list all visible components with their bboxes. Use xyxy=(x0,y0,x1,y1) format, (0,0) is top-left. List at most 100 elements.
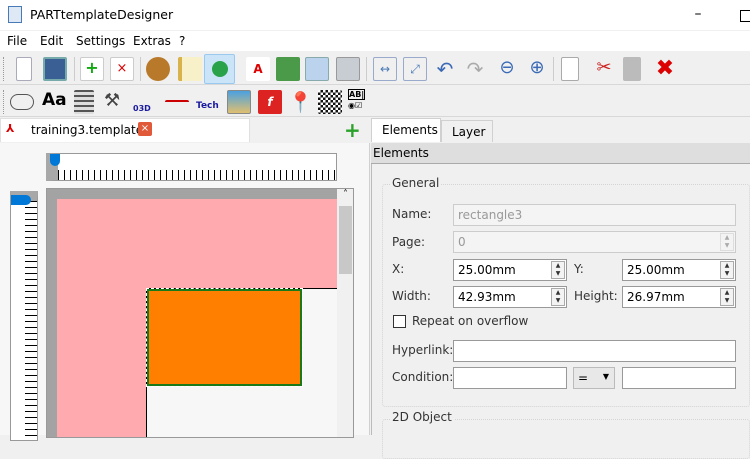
elements-header: Elements xyxy=(371,143,750,164)
repeat-on-overflow-label: Repeat on overflow xyxy=(412,314,529,328)
menu-extras[interactable]: Extras xyxy=(133,34,171,48)
refresh-icon xyxy=(211,61,228,77)
y-value: 25.00mm xyxy=(627,263,685,277)
menu-edit[interactable]: Edit xyxy=(40,34,63,48)
menu-bar: File Edit Settings Extras ? xyxy=(0,31,750,51)
x-value: 25.00mm xyxy=(458,263,516,277)
page-spin-arrows[interactable]: ▲ ▼ xyxy=(720,233,734,251)
document-tabbar: ⅄ training3.template × + xyxy=(0,118,370,143)
document-tab[interactable]: ⅄ training3.template × xyxy=(0,118,250,142)
qr-code-icon[interactable] xyxy=(318,90,342,114)
width-label: Width: xyxy=(392,289,431,303)
zoom-in-icon[interactable]: ⊕ xyxy=(525,57,549,81)
canvas[interactable]: ˄ xyxy=(46,188,354,438)
app-icon xyxy=(8,6,22,23)
name-input[interactable]: rectangle3 xyxy=(453,204,736,226)
repeat-on-overflow-checkbox[interactable] xyxy=(393,315,406,328)
x-spinbox[interactable]: 25.00mm ▲ ▼ xyxy=(453,259,567,281)
undo-icon[interactable]: ↶ xyxy=(433,57,457,81)
name-label: Name: xyxy=(392,207,432,221)
send-back-icon[interactable] xyxy=(336,57,360,81)
condition-left-input[interactable] xyxy=(453,367,567,389)
menu-help[interactable]: ? xyxy=(179,34,185,48)
screw-3d-label-icon[interactable]: 03D xyxy=(133,90,157,114)
hyperlink-input[interactable] xyxy=(453,340,736,362)
y-spin-arrows[interactable]: ▲ ▼ xyxy=(720,261,734,279)
scrollbar-thumb[interactable] xyxy=(339,206,352,274)
redo-icon[interactable]: ↷ xyxy=(463,57,487,81)
new-document-icon[interactable] xyxy=(16,57,32,81)
maximize-button[interactable] xyxy=(740,10,750,22)
condition-operator-value: = xyxy=(578,371,589,385)
form-fields-icon[interactable]: AB| ◉☑ xyxy=(348,89,372,113)
pdf-document-icon: ⅄ xyxy=(6,122,15,135)
vertical-ruler[interactable] xyxy=(10,191,38,441)
ruler-note-icon[interactable] xyxy=(178,57,202,81)
rectangle3-element[interactable] xyxy=(146,288,303,387)
vertical-scrollbar[interactable]: ˄ xyxy=(337,189,353,437)
paste-icon[interactable] xyxy=(623,57,641,81)
ellipse-tool-icon[interactable] xyxy=(10,94,34,110)
y-spinbox[interactable]: 25.00mm ▲ ▼ xyxy=(622,259,736,281)
form-fields-label: AB| xyxy=(348,89,366,100)
text-tool-icon[interactable]: Aa xyxy=(42,90,67,114)
height-label: Height: xyxy=(574,289,618,303)
menu-file[interactable]: File xyxy=(7,34,27,48)
settings-gear-icon[interactable] xyxy=(146,57,170,81)
scroll-up-icon[interactable]: ˄ xyxy=(337,189,353,206)
add-page-icon[interactable]: + xyxy=(80,57,104,81)
fit-page-icon[interactable]: ⤢ xyxy=(403,57,427,81)
chevron-down-icon: ▼ xyxy=(602,372,609,381)
delete-icon[interactable]: ✖ xyxy=(653,57,677,81)
copy-icon[interactable] xyxy=(561,57,579,81)
page-spinbox[interactable]: 0 ▲ ▼ xyxy=(453,231,736,253)
export-pdf-icon[interactable]: A xyxy=(246,57,270,81)
image-tool-icon[interactable] xyxy=(227,90,251,114)
toolbar-grip[interactable] xyxy=(3,90,6,114)
table-tool-icon[interactable] xyxy=(74,90,94,114)
condition-label: Condition: xyxy=(392,370,454,384)
width-spin-arrows[interactable]: ▲ ▼ xyxy=(551,288,565,306)
menu-settings[interactable]: Settings xyxy=(76,34,125,48)
main-toolbar: + × A ↔ ⤢ ↶ ↷ ⊖ ⊕ ✂ ✖ xyxy=(0,52,750,85)
width-spinbox[interactable]: 42.93mm ▲ ▼ xyxy=(453,286,567,308)
horizontal-ruler[interactable] xyxy=(46,153,337,181)
x-spin-arrows[interactable]: ▲ ▼ xyxy=(551,261,565,279)
document-canvas-area: ˄ xyxy=(0,143,370,441)
refresh-button[interactable] xyxy=(204,54,235,84)
fit-width-icon[interactable]: ↔ xyxy=(373,57,397,81)
title-bar: PARTtemplateDesigner – xyxy=(0,0,750,30)
pin-tool-icon[interactable]: 📍 xyxy=(288,90,313,114)
cut-icon[interactable]: ✂ xyxy=(592,57,616,81)
save-icon[interactable] xyxy=(43,57,67,81)
flash-tool-icon[interactable]: f xyxy=(258,90,282,114)
minimize-button[interactable]: – xyxy=(690,6,706,22)
height-value: 26.97mm xyxy=(627,290,685,304)
add-tab-icon[interactable]: + xyxy=(344,118,361,142)
zoom-out-icon[interactable]: ⊖ xyxy=(495,57,519,81)
hyperlink-label: Hyperlink: xyxy=(392,343,454,357)
y-label: Y: xyxy=(574,262,584,276)
export-image-icon[interactable] xyxy=(276,57,300,81)
tab-elements[interactable]: Elements xyxy=(371,118,441,142)
tech-dimension-icon[interactable]: Tech xyxy=(196,90,220,114)
close-tab-icon[interactable]: × xyxy=(138,122,152,136)
elements-form: General Name: rectangle3 Page: 0 ▲ ▼ X: 25… xyxy=(371,164,750,459)
tab-layer[interactable]: Layer xyxy=(441,120,493,142)
elements-toolbar: Aa ⚒ 03D Tech f 📍 AB| ◉☑ xyxy=(0,86,750,117)
page-value: 0 xyxy=(458,235,466,249)
dimension-line-icon[interactable] xyxy=(165,100,189,104)
screw-3d-icon[interactable]: ⚒ xyxy=(104,90,128,114)
ruler-marker-vertical[interactable] xyxy=(11,195,31,205)
condition-right-input[interactable] xyxy=(622,367,736,389)
x-label: X: xyxy=(392,262,405,276)
toolbar-grip[interactable] xyxy=(3,57,6,81)
remove-page-icon[interactable]: × xyxy=(110,57,134,81)
condition-operator-select[interactable]: = ▼ xyxy=(573,367,615,389)
height-spin-arrows[interactable]: ▲ ▼ xyxy=(720,288,734,306)
2d-object-group xyxy=(382,419,750,459)
height-spinbox[interactable]: 26.97mm ▲ ▼ xyxy=(622,286,736,308)
width-value: 42.93mm xyxy=(458,290,516,304)
ruler-marker-horizontal[interactable] xyxy=(50,154,60,166)
bring-front-icon[interactable] xyxy=(305,57,329,81)
